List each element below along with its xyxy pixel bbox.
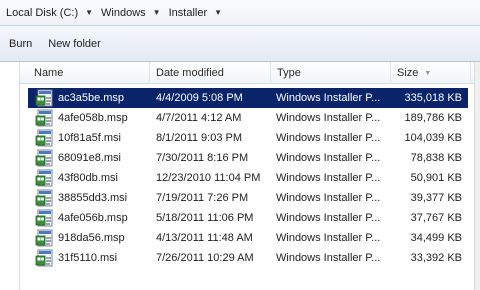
- file-name: 31f5110.msi: [58, 252, 118, 264]
- msi-installer-icon: [35, 229, 53, 247]
- crumb-local-disk[interactable]: Local Disk (C:): [4, 4, 80, 22]
- file-row[interactable]: 38855dd3.msi 7/19/2011 7:26 PM Windows I…: [28, 188, 468, 208]
- crumb-label: Local Disk (C:): [6, 6, 79, 19]
- file-type: Windows Installer P...: [276, 192, 381, 204]
- file-date-modified: 7/26/2011 10:29 AM: [156, 252, 254, 264]
- file-size: 78,838 KB: [410, 152, 462, 164]
- column-header-bar: Name Date modified Type Size ▼: [20, 62, 480, 84]
- chevron-down-icon[interactable]: ▼: [85, 8, 93, 17]
- file-row[interactable]: 4afe056b.msp 5/18/2011 11:06 PM Windows …: [28, 208, 468, 228]
- msi-installer-icon: [35, 209, 53, 227]
- file-size: 37,767 KB: [410, 212, 462, 224]
- file-type: Windows Installer P...: [276, 252, 381, 264]
- file-size: 189,786 KB: [404, 112, 463, 124]
- msi-installer-icon: [35, 249, 53, 267]
- file-size: 335,018 KB: [404, 92, 463, 104]
- file-size: 33,392 KB: [410, 252, 462, 264]
- file-row[interactable]: 68091e8.msi 7/30/2011 8:16 PM Windows In…: [28, 148, 468, 168]
- file-row[interactable]: 918da56.msp 4/13/2011 11:48 AM Windows I…: [28, 228, 468, 248]
- file-row[interactable]: ac3a5be.msp 4/4/2009 5:08 PM Windows Ins…: [28, 88, 468, 108]
- file-size: 34,499 KB: [410, 232, 462, 244]
- file-name: 4afe056b.msp: [58, 212, 128, 224]
- file-row[interactable]: 10f81a5f.msi 8/1/2011 9:03 PM Windows In…: [28, 128, 468, 148]
- new-folder-button[interactable]: New folder: [43, 35, 106, 53]
- file-size: 104,039 KB: [404, 132, 463, 144]
- msi-installer-icon: [35, 129, 53, 147]
- file-date-modified: 5/18/2011 11:06 PM: [156, 212, 254, 224]
- vertical-scrollbar[interactable]: [474, 62, 480, 290]
- file-list: ac3a5be.msp 4/4/2009 5:08 PM Windows Ins…: [20, 84, 474, 290]
- file-type: Windows Installer P...: [276, 92, 381, 104]
- msi-installer-icon: [35, 149, 53, 167]
- file-type: Windows Installer P...: [276, 112, 381, 124]
- file-name: ac3a5be.msp: [58, 92, 125, 104]
- file-date-modified: 8/1/2011 9:03 PM: [156, 132, 243, 144]
- file-size: 39,377 KB: [410, 192, 462, 204]
- file-date-modified: 4/4/2009 5:08 PM: [156, 92, 243, 104]
- column-label: Size: [397, 67, 419, 79]
- file-type: Windows Installer P...: [276, 212, 381, 224]
- command-bar: Burn New folder: [0, 26, 480, 62]
- sort-down-icon: ▼: [424, 69, 432, 77]
- column-header-type[interactable]: Type: [271, 62, 391, 84]
- file-type: Windows Installer P...: [276, 232, 381, 244]
- file-name: 68091e8.msi: [58, 152, 121, 164]
- burn-button[interactable]: Burn: [4, 35, 37, 53]
- file-date-modified: 4/7/2011 4:12 AM: [156, 112, 242, 124]
- file-size: 50,901 KB: [410, 172, 462, 184]
- column-header-date-modified[interactable]: Date modified: [150, 62, 271, 84]
- file-date-modified: 12/23/2010 11:04 PM: [156, 172, 261, 184]
- column-header-name[interactable]: Name: [28, 62, 150, 84]
- file-name: 10f81a5f.msi: [58, 132, 121, 144]
- column-label: Date modified: [156, 67, 224, 79]
- msi-installer-icon: [35, 169, 53, 187]
- file-type: Windows Installer P...: [276, 152, 381, 164]
- column-label: Name: [34, 67, 64, 79]
- column-header-size[interactable]: Size ▼: [391, 62, 471, 84]
- column-label: Type: [277, 67, 301, 79]
- crumb-label: Installer: [168, 6, 208, 19]
- navigation-pane[interactable]: [0, 62, 20, 290]
- file-row[interactable]: 4afe058b.msp 4/7/2011 4:12 AM Windows In…: [28, 108, 468, 128]
- msi-installer-icon: [35, 189, 53, 207]
- chevron-down-icon[interactable]: ▼: [153, 8, 161, 17]
- msi-installer-icon: [35, 89, 53, 107]
- file-date-modified: 7/19/2011 7:26 PM: [156, 192, 249, 204]
- file-type: Windows Installer P...: [276, 132, 381, 144]
- chevron-down-icon[interactable]: ▼: [214, 8, 222, 17]
- file-name: 43f80db.msi: [58, 172, 118, 184]
- file-row[interactable]: 31f5110.msi 7/26/2011 10:29 AM Windows I…: [28, 248, 468, 268]
- file-date-modified: 7/30/2011 8:16 PM: [156, 152, 249, 164]
- file-name: 918da56.msp: [58, 232, 125, 244]
- crumb-windows[interactable]: Windows: [99, 4, 148, 22]
- address-bar[interactable]: Local Disk (C:) ▼ Windows ▼ Installer ▼: [0, 0, 480, 26]
- crumb-installer[interactable]: Installer: [167, 4, 210, 22]
- file-name: 38855dd3.msi: [58, 192, 128, 204]
- crumb-label: Windows: [101, 6, 146, 19]
- file-type: Windows Installer P...: [276, 172, 381, 184]
- file-name: 4afe058b.msp: [58, 112, 128, 124]
- file-date-modified: 4/13/2011 11:48 AM: [156, 232, 253, 244]
- msi-installer-icon: [35, 109, 53, 127]
- file-row[interactable]: 43f80db.msi 12/23/2010 11:04 PM Windows …: [28, 168, 468, 188]
